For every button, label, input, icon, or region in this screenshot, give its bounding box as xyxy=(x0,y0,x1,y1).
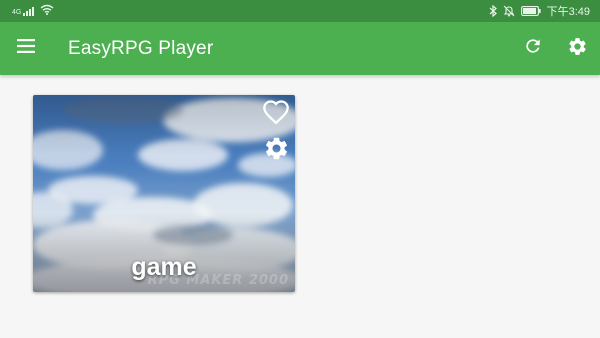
signal-text: 4G xyxy=(12,9,22,16)
app-title: EasyRPG Player xyxy=(68,37,214,59)
signal-icon: 4G xyxy=(12,6,35,16)
signal-bar xyxy=(26,11,29,16)
heart-outline-icon xyxy=(262,99,290,130)
status-time: 下午3:49 xyxy=(546,6,590,18)
menu-button[interactable] xyxy=(0,22,52,75)
game-settings-button[interactable] xyxy=(260,135,292,167)
status-bar: 4G 下午3:49 xyxy=(0,0,600,22)
status-left: 4G xyxy=(12,4,54,18)
signal-bar xyxy=(32,7,35,16)
bluetooth-icon xyxy=(489,5,497,17)
mute-icon xyxy=(503,5,515,17)
menu-icon xyxy=(17,39,35,58)
status-right: 下午3:49 xyxy=(489,3,590,19)
gear-icon xyxy=(263,135,290,167)
favorite-button[interactable] xyxy=(260,98,292,130)
gear-icon xyxy=(567,36,588,62)
battery-icon xyxy=(520,6,541,16)
refresh-icon xyxy=(523,36,543,61)
game-title: game xyxy=(131,253,197,281)
settings-button[interactable] xyxy=(555,22,599,75)
signal-bar xyxy=(23,13,26,16)
wifi-icon xyxy=(40,4,54,18)
app-bar: EasyRPG Player xyxy=(0,22,600,75)
signal-bar xyxy=(29,9,32,16)
refresh-button[interactable] xyxy=(511,22,555,75)
game-card[interactable]: RPG MAKER 2000 game xyxy=(33,95,295,292)
